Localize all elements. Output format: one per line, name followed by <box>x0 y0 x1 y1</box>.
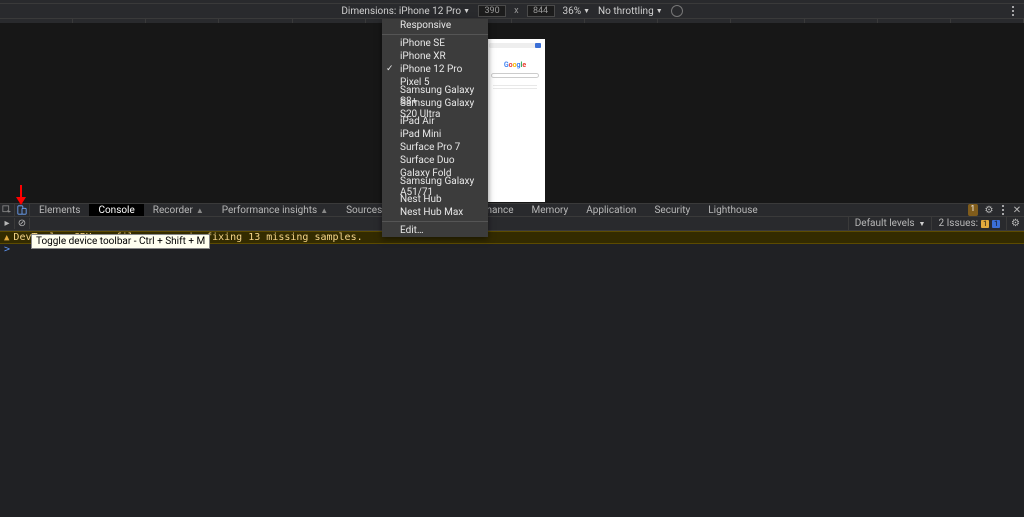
menu-item-ipad-air[interactable]: iPad Air <box>382 115 488 128</box>
issues-label: 2 Issues: <box>938 218 978 229</box>
console-sidebar-toggle-icon[interactable]: ▸ <box>0 218 15 229</box>
kebab-menu-icon[interactable] <box>1012 6 1014 16</box>
tab-label: Application <box>586 205 636 216</box>
tab-label: Security <box>654 205 690 216</box>
dimensions-dropdown[interactable]: Dimensions: iPhone 12 Pro ▼ <box>341 6 470 17</box>
menu-item-nest-hub-max[interactable]: Nest Hub Max <box>382 206 488 219</box>
warnings-badge[interactable]: 1 <box>968 204 979 216</box>
tab-label: Memory <box>532 205 569 216</box>
chevron-down-icon: ▼ <box>583 7 590 15</box>
preview-line <box>493 88 537 89</box>
log-levels-dropdown[interactable]: Default levels ▼ <box>848 217 932 230</box>
menu-item-samsung-galaxy-s20-ultra[interactable]: Samsung Galaxy S20 Ultra <box>382 102 488 115</box>
menu-item-iphone-xr[interactable]: iPhone XR <box>382 50 488 63</box>
google-logo: Google <box>485 61 545 69</box>
tab-label: Sources <box>346 205 382 216</box>
devtools-tabs: ElementsConsoleRecorder▲Performance insi… <box>0 203 1024 217</box>
chevron-down-icon: ▼ <box>463 7 470 15</box>
menu-item-ipad-mini[interactable]: iPad Mini <box>382 128 488 141</box>
menu-separator <box>382 34 488 35</box>
tooltip: Toggle device toolbar - Ctrl + Shift + M <box>31 234 210 249</box>
menu-separator <box>382 221 488 222</box>
device-menu[interactable]: Responsive iPhone SE iPhone XR ✓ iPhone 12 P… <box>382 19 488 237</box>
menu-item-surface-duo[interactable]: Surface Duo <box>382 154 488 167</box>
tab-label: Performance insights <box>222 205 317 216</box>
dimension-x: x <box>514 6 518 16</box>
warning-triangle-icon: ▲ <box>4 233 9 243</box>
close-devtools-icon[interactable]: ✕ <box>1010 204 1024 216</box>
tab-label: Elements <box>39 205 80 216</box>
menu-item-label: Edit… <box>400 225 424 236</box>
console-settings-gear-icon[interactable]: ⚙ <box>1006 217 1024 230</box>
phone-preview[interactable]: Google <box>485 39 545 202</box>
preview-line <box>493 85 537 86</box>
menu-item-nest-hub[interactable]: Nest Hub <box>382 193 488 206</box>
issues-indicator[interactable]: 2 Issues: 1 1 <box>931 217 1006 230</box>
menu-item-samsung-galaxy-a51-71[interactable]: Samsung Galaxy A51/71 <box>382 180 488 193</box>
zoom-dropdown[interactable]: 36% ▼ <box>563 6 591 17</box>
menu-item-edit[interactable]: Edit… <box>382 224 488 237</box>
info-count-badge: 1 <box>992 220 1000 228</box>
tab-application[interactable]: Application <box>577 204 645 216</box>
throttling-dropdown[interactable]: No throttling ▼ <box>598 6 663 17</box>
tab-elements[interactable]: Elements <box>30 204 89 216</box>
warning-count-badge: 1 <box>981 220 989 228</box>
red-arrow-annotation <box>14 183 28 207</box>
menu-item-label: Surface Pro 7 <box>400 142 460 153</box>
clear-console-icon[interactable]: ⊘ <box>15 218 30 229</box>
console-toolbar: ▸ ⊘ Default levels ▼ 2 Issues: 1 1 ⚙ <box>0 217 1024 231</box>
width-input[interactable]: 390 <box>478 5 506 17</box>
menu-item-label: Responsive <box>400 20 451 31</box>
device-viewport: Google <box>0 23 1024 203</box>
settings-gear-icon[interactable]: ⚙ <box>982 204 996 216</box>
menu-item-label: iPhone XR <box>400 51 446 62</box>
menu-item-iphone-se[interactable]: iPhone SE <box>382 37 488 50</box>
menu-item-label: Surface Duo <box>400 155 455 166</box>
tab-lighthouse[interactable]: Lighthouse <box>699 204 766 216</box>
zoom-value: 36% <box>563 6 582 17</box>
tab-security[interactable]: Security <box>645 204 699 216</box>
device-toolbar: Dimensions: iPhone 12 Pro ▼ 390 x 844 36… <box>0 4 1024 19</box>
tab-memory[interactable]: Memory <box>523 204 578 216</box>
dimensions-label: Dimensions: <box>341 6 396 17</box>
rotate-icon[interactable] <box>671 5 683 17</box>
chevron-down-icon: ▼ <box>656 7 663 15</box>
menu-item-label: Nest Hub Max <box>400 207 463 218</box>
inspect-element-icon[interactable] <box>0 204 15 216</box>
preview-badge-icon: ▲ <box>196 206 204 215</box>
height-input[interactable]: 844 <box>527 5 555 17</box>
kebab-menu-icon[interactable] <box>996 204 1010 216</box>
menu-item-label: iPhone SE <box>400 38 445 49</box>
preview-badge-icon: ▲ <box>320 206 328 215</box>
menu-item-label: Nest Hub <box>400 194 442 205</box>
log-levels-label: Default levels <box>855 218 915 229</box>
tab-label: Lighthouse <box>708 205 757 216</box>
menu-item-surface-pro-7[interactable]: Surface Pro 7 <box>382 141 488 154</box>
menu-item-label: iPhone 12 Pro <box>400 64 462 75</box>
device-name: iPhone 12 Pro <box>399 6 461 17</box>
menu-item-label: iPad Air <box>400 116 435 127</box>
tab-console[interactable]: Console <box>89 204 143 216</box>
menu-item-responsive[interactable]: Responsive <box>382 19 488 32</box>
checkmark-icon: ✓ <box>386 64 394 74</box>
throttling-value: No throttling <box>598 6 654 17</box>
chevron-down-icon: ▼ <box>919 220 926 228</box>
tab-recorder[interactable]: Recorder▲ <box>144 204 213 216</box>
menu-item-label: iPad Mini <box>400 129 441 140</box>
preview-searchbox <box>491 73 539 78</box>
menu-item-iphone-12-pro[interactable]: ✓ iPhone 12 Pro <box>382 63 488 76</box>
tab-label: Recorder <box>153 205 193 216</box>
tab-performance-insights[interactable]: Performance insights▲ <box>213 204 337 216</box>
preview-urlbar <box>489 43 541 48</box>
tab-label: Console <box>98 205 134 216</box>
console-body[interactable] <box>0 256 1024 517</box>
